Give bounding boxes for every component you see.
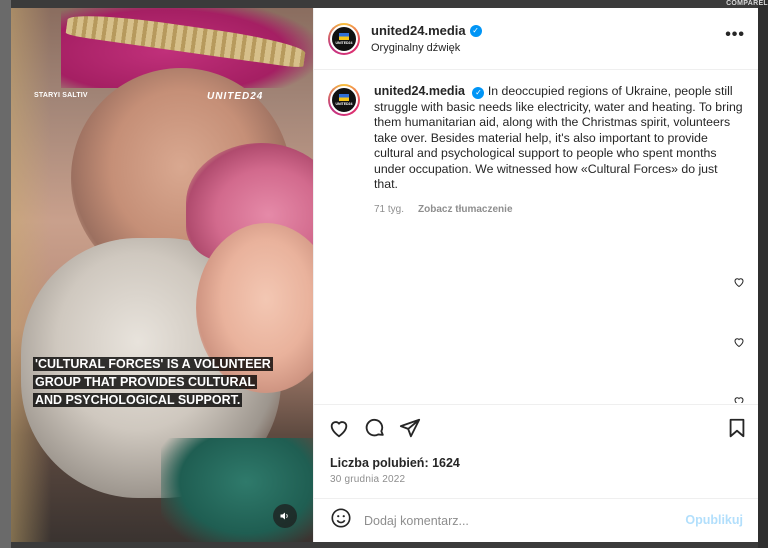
background-corner-tag: COMPAREL [726,0,768,7]
heart-icon [330,421,348,438]
comment-like-button[interactable] [733,336,745,348]
avatar-image: UNITED24 [330,86,358,114]
heart-icon [734,338,744,348]
action-icons [314,405,758,449]
ellipsis-icon: ••• [725,26,745,43]
emoji-icon [331,508,351,528]
verified-badge-icon: ✓ [472,86,485,99]
verified-badge-icon: ✓ [469,24,482,37]
comment-input[interactable] [364,513,664,528]
post-modal: STARYI SALTIV UNITED24 'CULTURAL FORCES'… [11,8,758,542]
avatar-text: UNITED24 [335,40,353,45]
share-button[interactable] [399,417,421,439]
post-caption: UNITED24 united24.media ✓ In deoccupied … [328,84,744,217]
speaker-icon [280,512,288,520]
caption-age[interactable]: 71 tyg. [374,202,404,218]
media-brand-watermark: UNITED24 [207,91,264,102]
comment-bar: Opublikuj [314,498,758,542]
media-location-watermark: STARYI SALTIV [34,92,88,99]
header-text: united24.media ✓ Oryginalny dźwięk [371,23,482,54]
sound-toggle-button[interactable] [273,504,297,528]
emoji-button[interactable] [330,507,352,534]
header-user-row: united24.media ✓ [371,23,482,38]
post-comment-button[interactable]: Opublikuj [685,513,743,527]
save-button[interactable] [726,417,748,439]
caption-meta: 71 tyg. Zobacz tłumaczenie [374,202,744,218]
media-caption: 'CULTURAL FORCES' IS A VOLUNTEER GROUP T… [33,355,273,409]
action-bar [314,404,758,449]
flag-icon [339,32,349,40]
bookmark-icon [729,418,745,438]
media-decor [11,8,51,542]
caption-avatar[interactable]: UNITED24 [328,84,360,116]
likes-count[interactable]: Liczba polubień: 1624 [330,456,460,470]
more-options-button[interactable]: ••• [725,27,745,43]
post-header: UNITED24 united24.media ✓ Oryginalny dźw… [314,8,758,70]
backdrop-left [0,0,11,548]
flag-icon [339,94,349,101]
post-side-panel: UNITED24 united24.media ✓ Oryginalny dźw… [313,8,758,542]
avatar[interactable]: UNITED24 [328,22,360,55]
post-media[interactable]: STARYI SALTIV UNITED24 'CULTURAL FORCES'… [11,8,313,542]
post-date[interactable]: 30 grudnia 2022 [330,474,405,485]
comment-like-button[interactable] [733,395,745,403]
heart-icon [734,397,744,403]
caption-username[interactable]: united24.media [374,84,465,98]
send-icon [399,418,421,438]
comment-icon [365,418,384,437]
avatar-text: UNITED24 [335,102,353,106]
caption-text: In deoccupied regions of Ukraine, people… [374,84,743,191]
heart-icon [734,278,744,288]
comment-like-button[interactable] [733,276,745,288]
like-button[interactable] [328,417,350,439]
see-translation-link[interactable]: Zobacz tłumaczenie [418,202,512,218]
media-caption-text: 'CULTURAL FORCES' IS A VOLUNTEER GROUP T… [33,357,273,407]
backdrop-right [758,0,768,548]
caption-body: united24.media ✓ In deoccupied regions o… [374,84,744,217]
header-username[interactable]: united24.media [371,23,466,38]
comment-button[interactable] [364,417,386,439]
comments-area[interactable]: UNITED24 united24.media ✓ In deoccupied … [314,71,758,403]
avatar-image: UNITED24 [330,24,358,53]
audio-link[interactable]: Oryginalny dźwięk [371,42,482,54]
